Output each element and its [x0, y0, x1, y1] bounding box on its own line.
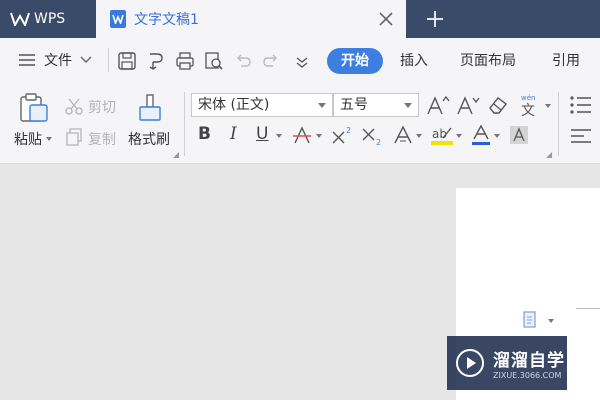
subscript-icon[interactable]: 2 [360, 124, 384, 146]
close-icon[interactable] [376, 9, 396, 29]
wps-window: WPS 文字文稿1 文件 开始 插入 页面布局 引用 粘贴 剪切 复制 格式刷 … [0, 0, 600, 400]
increase-font-size-icon[interactable] [426, 94, 450, 116]
chevron-down-icon [404, 103, 412, 108]
ribbon-divider [184, 92, 185, 156]
chevron-down-icon [80, 56, 92, 63]
add-tab-icon[interactable] [424, 8, 446, 30]
text-effect-icon[interactable] [392, 124, 414, 146]
format-painter-icon[interactable] [136, 92, 166, 124]
bullet-list-icon[interactable] [568, 94, 592, 116]
pinyin-dropdown-caret[interactable] [545, 104, 551, 108]
clear-formatting-icon[interactable] [486, 94, 510, 116]
copy-button[interactable]: 复制 [88, 129, 116, 149]
paste-options-caret[interactable] [548, 319, 554, 323]
italic-icon[interactable]: I [230, 124, 237, 144]
align-left-icon[interactable] [570, 126, 592, 146]
file-menu-label: 文件 [44, 53, 72, 69]
output-pdf-icon[interactable] [145, 50, 167, 72]
menu-divider [108, 48, 109, 72]
underline-dropdown-caret[interactable] [276, 134, 282, 138]
page-margin-marker [576, 308, 600, 309]
svg-text:ab: ab [432, 127, 447, 141]
superscript-icon[interactable]: 2 [330, 124, 354, 146]
customize-quick-access-icon[interactable] [291, 50, 313, 72]
watermark-text: 溜溜自学 ZIXUE.3066.COM [493, 346, 565, 380]
format-painter-button[interactable]: 格式刷 [128, 129, 170, 149]
print-preview-icon[interactable] [203, 50, 225, 72]
svg-text:2: 2 [376, 138, 381, 146]
highlight-dropdown-caret[interactable] [456, 134, 462, 138]
svg-text:wén: wén [521, 94, 535, 102]
save-icon[interactable] [116, 50, 138, 72]
strikethrough-dropdown-caret[interactable] [316, 134, 322, 138]
cut-button[interactable]: 剪切 [88, 97, 116, 117]
title-bar: WPS 文字文稿1 [0, 0, 600, 38]
paste-options-icon[interactable] [522, 310, 540, 330]
font-color-icon[interactable] [470, 124, 492, 146]
font-size-value: 五号 [340, 97, 368, 113]
paste-button[interactable]: 粘贴 [14, 129, 42, 149]
copy-icon[interactable] [64, 127, 84, 147]
font-color-dropdown-caret[interactable] [494, 134, 500, 138]
site-watermark: 溜溜自学 ZIXUE.3066.COM [447, 336, 567, 390]
tab-page-layout[interactable]: 页面布局 [460, 48, 516, 74]
tab-insert[interactable]: 插入 [400, 48, 428, 74]
underline-icon[interactable]: U [256, 124, 268, 144]
writer-doc-icon [110, 10, 126, 28]
svg-text:文: 文 [521, 103, 535, 118]
watermark-url: ZIXUE.3066.COM [493, 371, 562, 380]
wps-tab-label: WPS [34, 11, 66, 27]
play-logo-icon [456, 349, 484, 377]
file-menu-button[interactable]: 文件 [18, 50, 92, 70]
document-tab-label: 文字文稿1 [134, 12, 199, 28]
font-family-value: 宋体 (正文) [198, 97, 270, 113]
redo-icon[interactable] [260, 50, 282, 72]
ribbon-divider [558, 92, 559, 156]
paste-icon[interactable] [18, 92, 50, 124]
bold-icon[interactable]: B [198, 124, 211, 144]
chevron-down-icon [318, 103, 326, 108]
hamburger-icon [19, 54, 35, 66]
paste-dropdown-caret[interactable] [46, 137, 52, 141]
character-shading-icon[interactable] [508, 124, 530, 146]
wps-home-tab[interactable]: WPS [0, 0, 96, 38]
watermark-title: 溜溜自学 [493, 351, 565, 371]
text-effect-dropdown-caret[interactable] [416, 134, 422, 138]
tab-home[interactable]: 开始 [327, 48, 383, 74]
clipboard-group-launcher-icon[interactable] [173, 152, 179, 158]
scissors-icon[interactable] [64, 96, 84, 116]
pinyin-guide-icon[interactable]: wén文 [518, 92, 544, 118]
tab-references[interactable]: 引用 [552, 48, 580, 74]
print-icon[interactable] [174, 50, 196, 72]
decrease-font-size-icon[interactable] [456, 94, 480, 116]
undo-icon[interactable] [232, 50, 254, 72]
font-size-select[interactable]: 五号 [333, 93, 419, 117]
highlight-icon[interactable]: ab [430, 124, 454, 146]
strikethrough-icon[interactable] [292, 124, 314, 146]
font-family-select[interactable]: 宋体 (正文) [191, 93, 333, 117]
document-tab[interactable]: 文字文稿1 [96, 0, 406, 38]
svg-text:2: 2 [346, 126, 351, 135]
font-group-launcher-icon[interactable] [546, 152, 552, 158]
wps-logo-icon [10, 12, 30, 26]
